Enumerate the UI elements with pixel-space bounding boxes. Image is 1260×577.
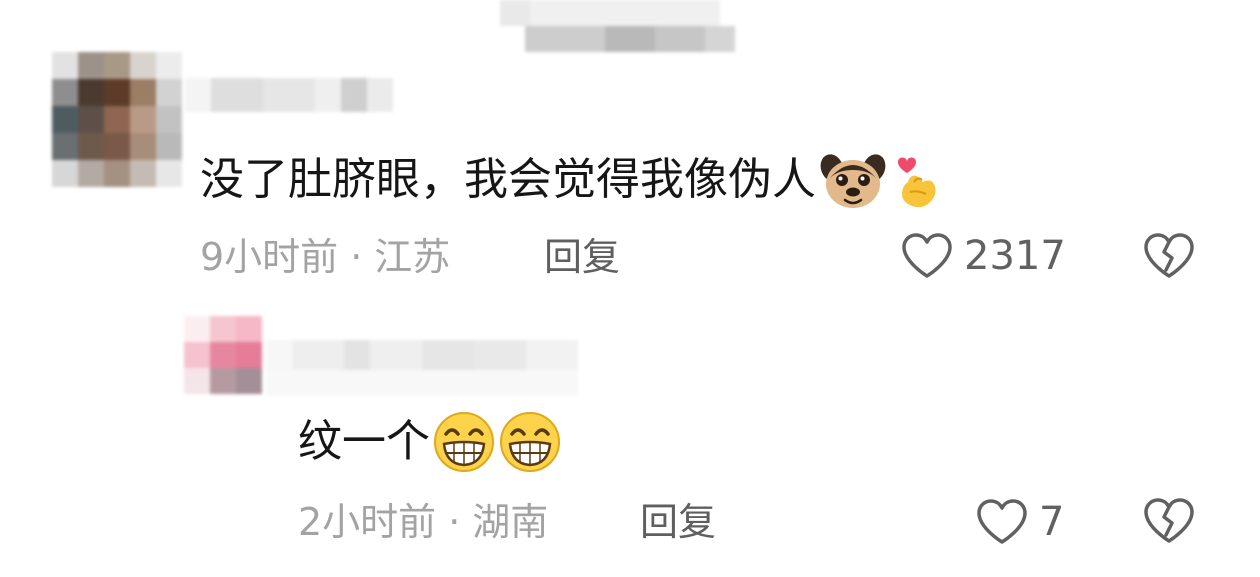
- avatar[interactable]: [52, 52, 184, 188]
- broken-heart-icon[interactable]: [1142, 232, 1196, 280]
- reply-button[interactable]: 回复: [640, 497, 716, 547]
- comment-text: 没了肚脐眼，我会觉得我像伪人: [200, 148, 942, 212]
- comment-meta: 9小时前 · 江苏: [200, 232, 450, 282]
- reply-button[interactable]: 回复: [544, 232, 620, 282]
- avatar[interactable]: [184, 316, 266, 396]
- meta-separator: ·: [448, 500, 461, 544]
- timestamp: 9小时前: [200, 235, 339, 279]
- comment-body: 没了肚脐眼，我会觉得我像伪人: [200, 154, 816, 205]
- username[interactable]: [185, 78, 397, 112]
- comment-body: 纹一个: [298, 416, 430, 467]
- meta-separator: ·: [350, 235, 363, 279]
- timestamp: 2小时前: [298, 500, 437, 544]
- like-button[interactable]: 2317: [900, 231, 1066, 281]
- heart-outline-icon: [977, 499, 1027, 544]
- like-button[interactable]: 7: [975, 497, 1064, 547]
- grinning-face-emoji: [500, 412, 560, 472]
- like-count: 7: [1039, 499, 1065, 545]
- location: 湖南: [472, 500, 549, 544]
- finger-heart-emoji: [898, 157, 936, 208]
- like-count: 2317: [964, 233, 1066, 279]
- comment-text: 纹一个: [298, 410, 562, 474]
- heart-outline-icon: [902, 233, 952, 278]
- dog-face-emoji: [820, 154, 886, 208]
- broken-heart-icon[interactable]: [1142, 497, 1196, 545]
- username[interactable]: [266, 340, 580, 400]
- grinning-face-emoji: [434, 412, 494, 472]
- blurred-header-text: [500, 0, 740, 55]
- comment-meta: 2小时前 · 湖南: [298, 497, 548, 547]
- location: 江苏: [374, 235, 451, 279]
